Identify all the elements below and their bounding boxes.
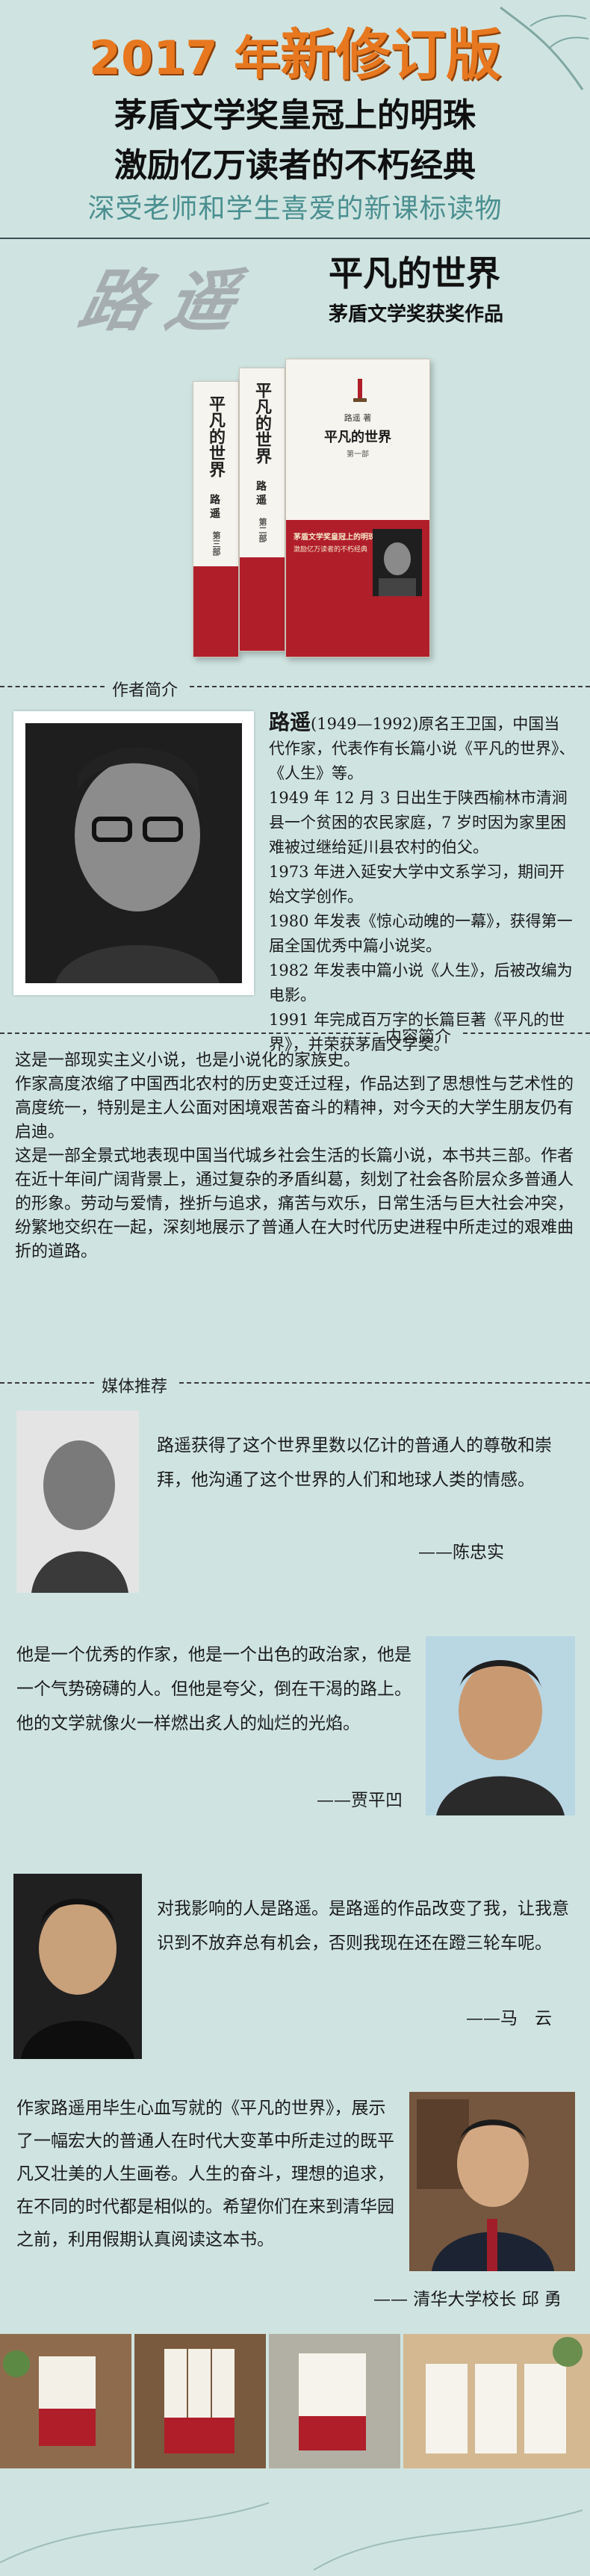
author-photo <box>25 723 242 983</box>
book-title: 平凡的世界 <box>329 253 500 294</box>
header-divider <box>0 238 590 239</box>
media-section-header: 媒体推荐 <box>0 1373 590 1396</box>
reviewer-photo-jia <box>426 1636 575 1815</box>
band-portrait <box>373 528 422 596</box>
headline-2: 激励亿万读者的不朽经典 <box>114 146 476 185</box>
review-quote-3: 对我影响的人是路遥。是路遥的作品改变了我，让我意识到不放弃总有机会，否则我现在还… <box>157 1899 569 1953</box>
reviewer-photo-qiu <box>409 2092 575 2271</box>
bamboo-footer-decoration-icon <box>0 2502 583 2571</box>
cover-author: 路遥 著 <box>344 413 372 423</box>
product-photo-2 <box>134 2334 266 2468</box>
author-bio: 路遥(1949—1992)原名王卫国，中国当代作家，代表作有长篇小说《平凡的世界… <box>269 710 575 1057</box>
summary-paragraph: 这是一部现实主义小说，也是小说化的家族史。 <box>15 1051 361 1070</box>
book-front-cover: 路遥 著 平凡的世界 第一部 茅盾文学奖皇冠上的明珠 激励亿万读者的不朽经典 <box>285 359 430 657</box>
band-line-1: 茅盾文学奖皇冠上的明珠 <box>294 533 376 542</box>
book-spine-1: 平凡的世界 路 遥 第三部 <box>193 381 239 657</box>
spine-author: 路 遥 <box>208 494 220 518</box>
spine-volume: 第二部 <box>258 518 267 542</box>
review-sign-4: —— 清华大学校长 邱 勇 <box>373 2290 562 2309</box>
author-bio-item: 1973 年进入延安大学中文系学习，期间开始文学创作。 <box>269 863 565 905</box>
section-heading: 内容简介 <box>385 1028 452 1047</box>
year-label: 2017 年 <box>88 31 281 85</box>
cover-emblem-icon <box>353 379 367 402</box>
cover-volume: 第一部 <box>347 451 369 459</box>
spine-volume: 第三部 <box>211 531 221 556</box>
author-bio-item: 1949 年 12 月 3 日出生于陕西榆林市清涧县一个贫困的农民家庭，7 岁时… <box>269 789 568 856</box>
calligraphy-author: 路遥 <box>72 261 263 341</box>
reviewer-photo-ma <box>13 1874 142 2059</box>
author-bio-intro: 路遥(1949—1992)原名王卫国，中国当代作家，代表作有长篇小说《平凡的世界… <box>269 710 575 782</box>
cover-title: 平凡的世界 <box>324 430 391 445</box>
product-photo-1 <box>0 2334 131 2468</box>
review-sign-3: ——马 云 <box>466 2009 552 2028</box>
author-bio-item: 1980 年发表《惊心动魄的一幕》，获得第一届全国优秀中篇小说奖。 <box>269 912 573 955</box>
reviewer-photo-chen <box>16 1411 139 1593</box>
band-line-2: 激励亿万读者的不朽经典 <box>294 545 368 554</box>
book-set-image: 平凡的世界 路 遥 第三部 平凡的世界 路 遥 第二部 路遥 著 平凡的世界 第… <box>185 351 439 665</box>
spine-author: 路 遥 <box>255 480 267 505</box>
section-heading: 媒体推荐 <box>102 1378 168 1396</box>
book-award: 茅盾文学奖获奖作品 <box>329 303 504 326</box>
bamboo-decoration-icon <box>500 6 589 90</box>
spine-title: 平凡的世界 <box>206 395 226 477</box>
content-summary: 这是一部现实主义小说，也是小说化的家族史。 作家高度浓缩了中国西北农村的历史变迁… <box>15 1049 577 1264</box>
product-photo-strip <box>0 2334 590 2468</box>
author-name: 路遥 <box>269 710 311 734</box>
author-section-header: 作者简介 <box>0 677 590 700</box>
review-quote-2: 他是一个优秀的作家，他是一个出色的政治家，他是一个气势磅礴的人。但他是夸父，倒在… <box>16 1645 412 1733</box>
product-photo-4 <box>403 2334 590 2468</box>
section-heading: 作者简介 <box>112 681 178 700</box>
spine-title: 平凡的世界 <box>252 382 272 464</box>
headline-3: 深受老师和学生喜爱的新课标读物 <box>87 193 503 224</box>
review-quote-4: 作家路遥用毕生心血写就的《平凡的世界》，展示了一幅宏大的普通人在时代大变革中所走… <box>16 2099 394 2250</box>
summary-paragraph: 作家高度浓缩了中国西北农村的历史变迁过程，作品达到了思想性与艺术性的高度统一，特… <box>15 1075 574 1142</box>
author-photo-frame <box>13 711 254 995</box>
book-spine-2: 平凡的世界 路 遥 第二部 <box>239 368 285 651</box>
edition-label: 新修订版 <box>280 23 502 87</box>
review-sign-2: ——贾平凹 <box>317 1791 403 1810</box>
content-section-header: 内容简介 <box>0 1024 590 1047</box>
review-quote-1: 路遥获得了这个世界里数以亿计的普通人的尊敬和崇拜，他沟通了这个世界的人们和地球人… <box>157 1436 552 1490</box>
summary-paragraph: 这是一部全景式地表现中国当代城乡社会生活的长篇小说，本书共三部。作者在近十年间广… <box>15 1147 574 1261</box>
author-bio-item: 1982 年发表中篇小说《人生》，后被改编为电影。 <box>269 962 573 1004</box>
review-sign-1: ——陈忠实 <box>418 1543 504 1562</box>
product-photo-3 <box>269 2334 400 2468</box>
